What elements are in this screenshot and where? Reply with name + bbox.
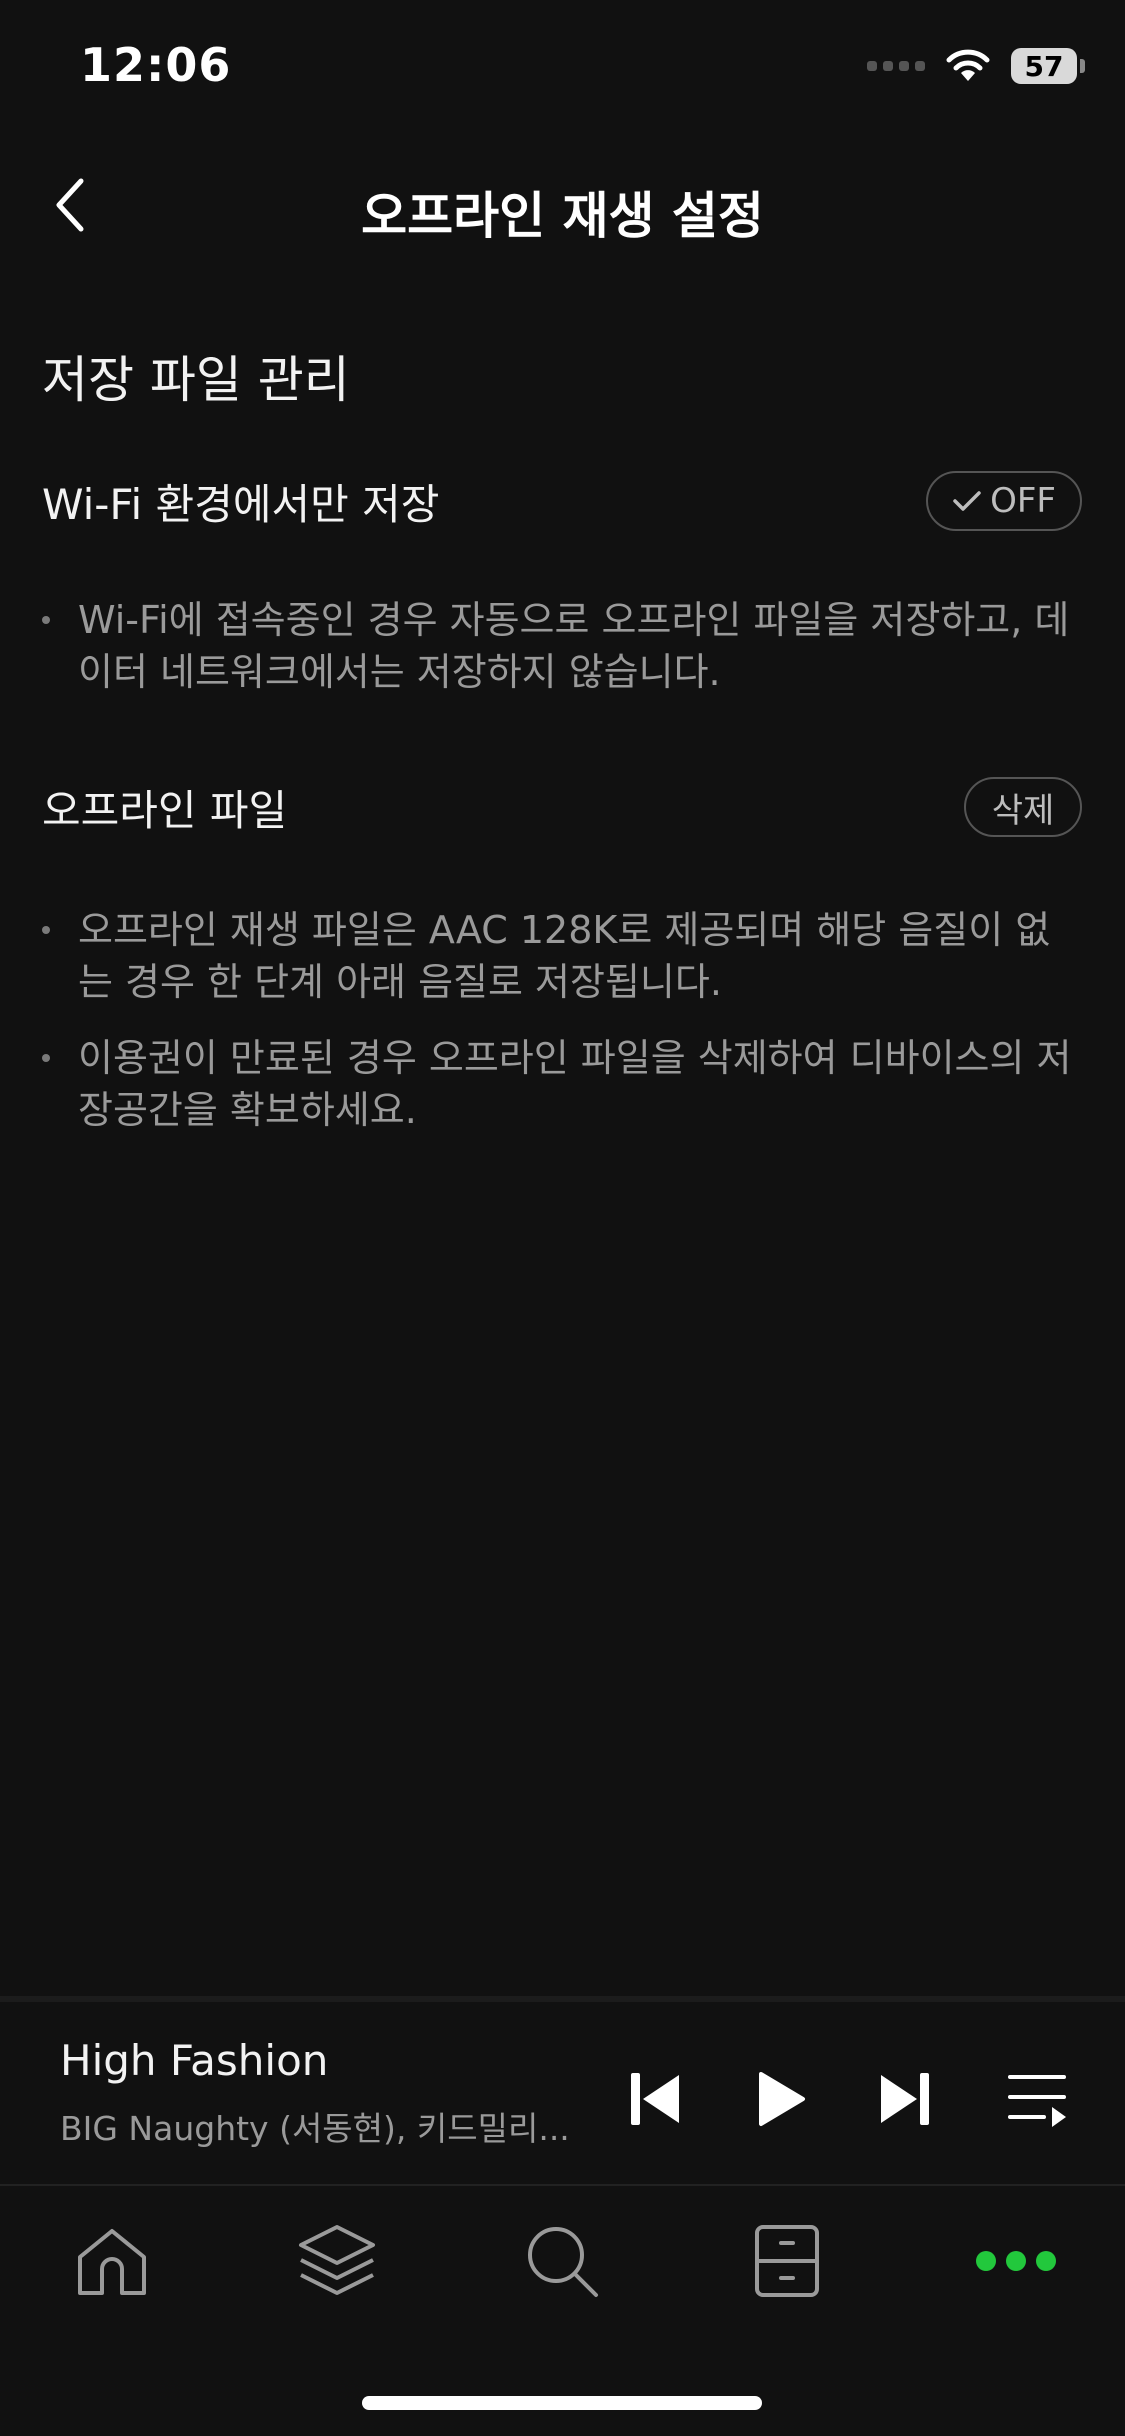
home-indicator: [362, 2396, 762, 2410]
bullet: [42, 926, 50, 934]
wifi-only-label: Wi-Fi 환경에서만 저장: [42, 479, 440, 529]
wifi-only-setting-row: Wi-Fi 환경에서만 저장 OFF: [42, 466, 1082, 536]
bullet: [42, 1054, 50, 1062]
play-button[interactable]: [747, 2064, 817, 2134]
offline-files-row: 오프라인 파일 삭제: [42, 772, 1082, 842]
skip-next-icon: [881, 2073, 929, 2125]
tab-search[interactable]: [517, 2216, 607, 2306]
battery-icon: 57: [1011, 48, 1085, 84]
wifi-only-toggle[interactable]: OFF: [926, 471, 1082, 531]
wifi-note: Wi-Fi에 접속중인 경우 자동으로 오프라인 파일을 저장하고, 데이터 네…: [42, 594, 1082, 698]
playlist-icon: [1008, 2075, 1066, 2127]
tab-bar: [0, 2186, 1125, 2336]
playlist-button[interactable]: [1002, 2064, 1072, 2134]
tab-home[interactable]: [67, 2216, 157, 2306]
offline-files-label: 오프라인 파일: [42, 785, 288, 835]
layers-icon: [299, 2225, 375, 2295]
toggle-state-label: OFF: [990, 481, 1056, 521]
bullet: [42, 616, 50, 624]
offline-note: 이용권이 만료된 경우 오프라인 파일을 삭제하여 디바이스의 저장공간을 확보…: [42, 1032, 1082, 1136]
skip-previous-icon: [631, 2073, 679, 2125]
drawer-icon: [755, 2225, 819, 2297]
wifi-notes: Wi-Fi에 접속중인 경우 자동으로 오프라인 파일을 저장하고, 데이터 네…: [42, 594, 1082, 722]
more-dots-icon: [976, 2251, 1056, 2271]
mini-player[interactable]: High Fashion BIG Naughty (서동현), 키드밀리...: [0, 2002, 1125, 2182]
track-artist: BIG Naughty (서동현), 키드밀리...: [60, 2109, 570, 2148]
previous-track-button[interactable]: [620, 2064, 690, 2134]
battery-level: 57: [1011, 48, 1077, 84]
status-time: 12:06: [80, 38, 232, 92]
play-icon: [759, 2072, 805, 2126]
page-title: 오프라인 재생 설정: [361, 187, 764, 245]
tab-library[interactable]: [292, 2216, 382, 2306]
status-bar: 12:06 57: [0, 0, 1125, 140]
header: 오프라인 재생 설정: [0, 140, 1125, 270]
search-icon: [528, 2227, 598, 2297]
track-title: High Fashion: [60, 2036, 329, 2085]
section-title: 저장 파일 관리: [42, 351, 350, 409]
home-icon: [78, 2229, 146, 2295]
tab-more[interactable]: [966, 2216, 1066, 2306]
wifi-icon: [946, 49, 990, 81]
check-icon: [953, 491, 981, 511]
offline-notes: 오프라인 재생 파일은 AAC 128K로 제공되며 해당 음질이 없는 경우 …: [42, 904, 1082, 1160]
cellular-signal-icon: [867, 61, 925, 71]
status-indicators: 57: [867, 48, 1085, 84]
tab-storage[interactable]: [742, 2216, 832, 2306]
delete-button[interactable]: 삭제: [964, 777, 1082, 837]
offline-note: 오프라인 재생 파일은 AAC 128K로 제공되며 해당 음질이 없는 경우 …: [42, 904, 1082, 1008]
next-track-button[interactable]: [870, 2064, 940, 2134]
